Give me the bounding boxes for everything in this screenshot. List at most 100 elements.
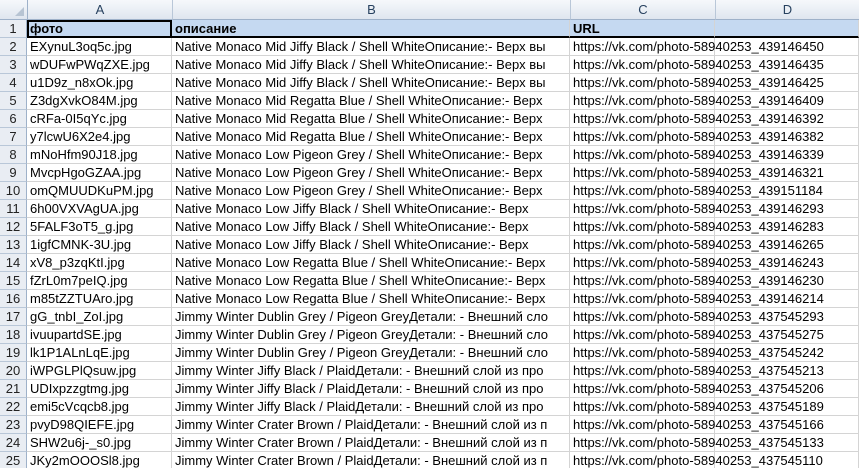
cell-url[interactable]: https://vk.com/photo-58940253_437545110 — [570, 452, 823, 468]
cell-url[interactable]: https://vk.com/photo-58940253_437545213 — [570, 362, 824, 380]
row-header[interactable]: 17 — [0, 308, 27, 326]
cell-photo-filename[interactable]: ivuupartdSE.jpg — [27, 326, 172, 344]
cell-description[interactable]: Jimmy Winter Crater Brown / PlaidДетали:… — [172, 452, 570, 468]
cell-photo-filename[interactable]: cRFa-0I5qYc.jpg — [27, 110, 172, 128]
row-header[interactable]: 8 — [0, 146, 27, 164]
column-header-a[interactable]: A — [28, 0, 173, 20]
row-header[interactable]: 25 — [0, 452, 27, 468]
cell-photo-filename[interactable]: y7lcwU6X2e4.jpg — [27, 128, 172, 146]
cell-url[interactable]: https://vk.com/photo-58940253_439146321 — [570, 164, 824, 182]
cell-url[interactable]: https://vk.com/photo-58940253_439146435 — [570, 56, 824, 74]
cell-photo-filename[interactable]: MvcpHgoGZAA.jpg — [27, 164, 172, 182]
cell-url[interactable]: https://vk.com/photo-58940253_437545189 — [570, 398, 824, 416]
cell-url[interactable]: https://vk.com/photo-58940253_439146339 — [570, 146, 824, 164]
cell-photo-filename[interactable]: mNoHfm90J18.jpg — [27, 146, 172, 164]
row-header[interactable]: 11 — [0, 200, 27, 218]
cell-photo-filename[interactable]: UDIxpzzgtmg.jpg — [27, 380, 172, 398]
row-header[interactable]: 23 — [0, 416, 27, 434]
cell-photo-filename[interactable]: 1igfCMNK-3U.jpg — [27, 236, 172, 254]
cell-description[interactable]: Jimmy Winter Jiffy Black / PlaidДетали: … — [172, 380, 570, 398]
cell-photo-filename[interactable]: iWPGLPlQsuw.jpg — [27, 362, 172, 380]
row-header[interactable]: 18 — [0, 326, 27, 344]
cell-url[interactable]: https://vk.com/photo-58940253_439146243 — [570, 254, 824, 272]
cell-photo-filename[interactable]: JKy2mOOOSl8.jpg — [27, 452, 172, 468]
cell-photo-filename[interactable]: Z3dgXvkO84M.jpg — [27, 92, 172, 110]
row-header[interactable]: 24 — [0, 434, 27, 452]
cell-description[interactable]: Native Monaco Mid Regatta Blue / Shell W… — [172, 92, 570, 110]
cell-description[interactable]: Jimmy Winter Crater Brown / PlaidДетали:… — [172, 416, 570, 434]
cell-description[interactable]: Jimmy Winter Dublin Grey / Pigeon GreyДе… — [172, 326, 570, 344]
cell-description[interactable]: Native Monaco Low Pigeon Grey / Shell Wh… — [172, 146, 570, 164]
cell-url[interactable]: https://vk.com/photo-58940253_439146230 — [570, 272, 824, 290]
cell-photo-filename[interactable]: emi5cVcqcb8.jpg — [27, 398, 172, 416]
cell-description[interactable]: Native Monaco Mid Regatta Blue / Shell W… — [172, 128, 570, 146]
cell-photo-filename[interactable]: omQMUUDKuPM.jpg — [27, 182, 172, 200]
row-header[interactable]: 13 — [0, 236, 27, 254]
header-cell-description[interactable]: описание — [172, 20, 570, 38]
cell-url[interactable]: https://vk.com/photo-58940253_439146265 — [570, 236, 824, 254]
cell-description[interactable]: Native Monaco Low Jiffy Black / Shell Wh… — [172, 236, 570, 254]
header-cell-empty[interactable] — [715, 20, 859, 38]
select-all-corner[interactable] — [0, 0, 28, 20]
header-cell-url[interactable]: URL — [570, 20, 715, 38]
cell-photo-filename[interactable]: 6h00VXVAgUA.jpg — [27, 200, 172, 218]
cell-photo-filename[interactable]: m85tZZTUAro.jpg — [27, 290, 172, 308]
cell-url[interactable]: https://vk.com/photo-58940253_439146425 — [570, 74, 824, 92]
cell-url[interactable]: https://vk.com/photo-58940253_437545206 — [570, 380, 824, 398]
row-header[interactable]: 10 — [0, 182, 27, 200]
cell-photo-filename[interactable]: xV8_p3zqKtI.jpg — [27, 254, 172, 272]
cell-photo-filename[interactable]: SHW2u6j-_s0.jpg — [27, 434, 172, 452]
row-header[interactable]: 22 — [0, 398, 27, 416]
cell-url[interactable]: https://vk.com/photo-58940253_437545166 — [570, 416, 824, 434]
row-header[interactable]: 6 — [0, 110, 27, 128]
cell-photo-filename[interactable]: lk1P1ALnLqE.jpg — [27, 344, 172, 362]
row-header[interactable]: 21 — [0, 380, 27, 398]
cell-description[interactable]: Native Monaco Mid Regatta Blue / Shell W… — [172, 110, 570, 128]
cell-description[interactable]: Jimmy Winter Dublin Grey / Pigeon GreyДе… — [172, 344, 570, 362]
cell-url[interactable]: https://vk.com/photo-58940253_437545275 — [570, 326, 824, 344]
cell-description[interactable]: Native Monaco Mid Jiffy Black / Shell Wh… — [172, 38, 570, 56]
cell-photo-filename[interactable]: wDUFwPWqZXE.jpg — [27, 56, 172, 74]
cell-url[interactable]: https://vk.com/photo-58940253_439146392 — [570, 110, 824, 128]
cell-photo-filename[interactable]: u1D9z_n8xOk.jpg — [27, 74, 172, 92]
cell-photo-filename[interactable]: pvyD98QIEFE.jpg — [27, 416, 172, 434]
cell-description[interactable]: Jimmy Winter Jiffy Black / PlaidДетали: … — [172, 362, 570, 380]
column-header-b[interactable]: B — [173, 0, 571, 20]
row-header[interactable]: 14 — [0, 254, 27, 272]
row-header[interactable]: 20 — [0, 362, 27, 380]
cell-photo-filename[interactable]: EXynuL3oq5c.jpg — [27, 38, 172, 56]
cell-photo-filename[interactable]: fZrL0m7peIQ.jpg — [27, 272, 172, 290]
cell-url[interactable]: https://vk.com/photo-58940253_439146409 — [570, 92, 824, 110]
row-header[interactable]: 16 — [0, 290, 27, 308]
cell-url[interactable]: https://vk.com/photo-58940253_437545133 — [570, 434, 824, 452]
row-header[interactable]: 12 — [0, 218, 27, 236]
cell-description[interactable]: Native Monaco Mid Jiffy Black / Shell Wh… — [172, 74, 570, 92]
row-header-1[interactable]: 1 — [0, 20, 27, 38]
cell-url[interactable]: https://vk.com/photo-58940253_439146450 — [570, 38, 824, 56]
column-header-c[interactable]: C — [571, 0, 716, 20]
cell-description[interactable]: Native Monaco Low Pigeon Grey / Shell Wh… — [172, 164, 570, 182]
cell-url[interactable]: https://vk.com/photo-58940253_437545242 — [570, 344, 824, 362]
cell-url[interactable]: https://vk.com/photo-58940253_439151184 — [570, 182, 823, 200]
cell-description[interactable]: Native Monaco Low Regatta Blue / Shell W… — [172, 272, 570, 290]
cell-description[interactable]: Native Monaco Low Jiffy Black / Shell Wh… — [172, 200, 570, 218]
row-header[interactable]: 5 — [0, 92, 27, 110]
cell-description[interactable]: Native Monaco Mid Jiffy Black / Shell Wh… — [172, 56, 570, 74]
header-cell-photo[interactable]: фото — [27, 20, 172, 38]
cell-url[interactable]: https://vk.com/photo-58940253_439146214 — [570, 290, 824, 308]
cell-photo-filename[interactable]: 5FALF3oT5_g.jpg — [27, 218, 172, 236]
cell-url[interactable]: https://vk.com/photo-58940253_437545293 — [570, 308, 824, 326]
cell-description[interactable]: Native Monaco Low Jiffy Black / Shell Wh… — [172, 218, 570, 236]
column-header-d[interactable]: D — [716, 0, 859, 20]
row-header[interactable]: 19 — [0, 344, 27, 362]
row-header[interactable]: 2 — [0, 38, 27, 56]
cell-url[interactable]: https://vk.com/photo-58940253_439146283 — [570, 218, 824, 236]
cell-url[interactable]: https://vk.com/photo-58940253_439146293 — [570, 200, 824, 218]
cell-url[interactable]: https://vk.com/photo-58940253_439146382 — [570, 128, 824, 146]
cell-description[interactable]: Jimmy Winter Crater Brown / PlaidДетали:… — [172, 434, 570, 452]
cell-description[interactable]: Native Monaco Low Pigeon Grey / Shell Wh… — [172, 182, 570, 200]
cell-description[interactable]: Native Monaco Low Regatta Blue / Shell W… — [172, 290, 570, 308]
row-header[interactable]: 9 — [0, 164, 27, 182]
cell-photo-filename[interactable]: gG_tnbI_ZoI.jpg — [27, 308, 172, 326]
cell-description[interactable]: Native Monaco Low Regatta Blue / Shell W… — [172, 254, 570, 272]
